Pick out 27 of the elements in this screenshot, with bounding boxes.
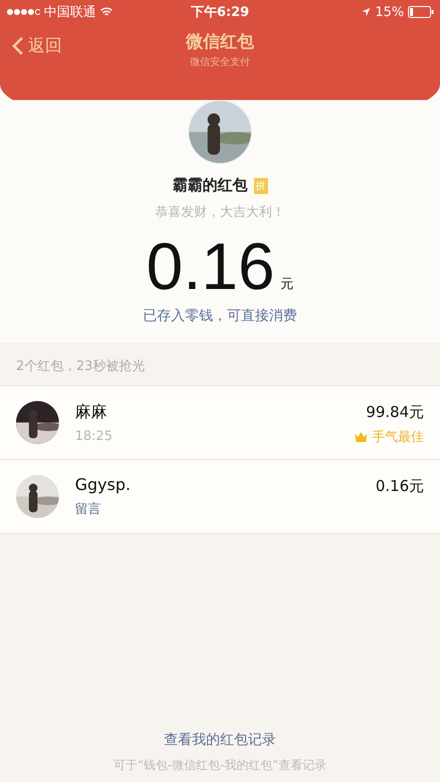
carrier-name: 中国联通 xyxy=(44,4,96,21)
summary-text: 2个红包，23秒被抢光 xyxy=(15,358,146,376)
wifi-icon xyxy=(100,7,113,17)
battery-icon xyxy=(408,6,434,18)
best-luck-label: 手气最佳 xyxy=(372,429,424,446)
group-badge: 拼 xyxy=(254,178,268,194)
chevron-left-icon xyxy=(12,36,24,56)
page-title: 微信红包 xyxy=(186,31,254,53)
page-subtitle: 微信安全支付 xyxy=(189,56,251,69)
status-time: 下午6:29 xyxy=(190,4,250,21)
balance-note: 已存入零钱，可直接消费 xyxy=(143,307,297,325)
battery-percent: 15% xyxy=(375,4,404,20)
amount-text: 99.84元 xyxy=(366,403,424,422)
records-note: 可于“钱包-微信红包-我的红包”查看记录 xyxy=(113,757,327,774)
amount-text: 0.16 xyxy=(146,233,275,299)
records-link[interactable]: 查看我的红包记录 xyxy=(164,731,276,749)
signal-icon xyxy=(6,8,40,16)
currency-unit: 元 xyxy=(280,276,294,294)
claim-time: 18:25 xyxy=(75,428,114,444)
user-name: 麻麻 xyxy=(75,402,108,422)
amount-text: 0.16元 xyxy=(376,477,424,496)
back-button[interactable]: 返回 xyxy=(12,34,62,57)
sender-name: 霸霸的红包 xyxy=(172,176,248,195)
user-name: Ggysp. xyxy=(75,475,132,494)
greeting-text: 恭喜发财，大吉大利！ xyxy=(155,204,285,221)
message-link[interactable]: 留言 xyxy=(75,500,360,518)
location-icon xyxy=(361,7,372,17)
